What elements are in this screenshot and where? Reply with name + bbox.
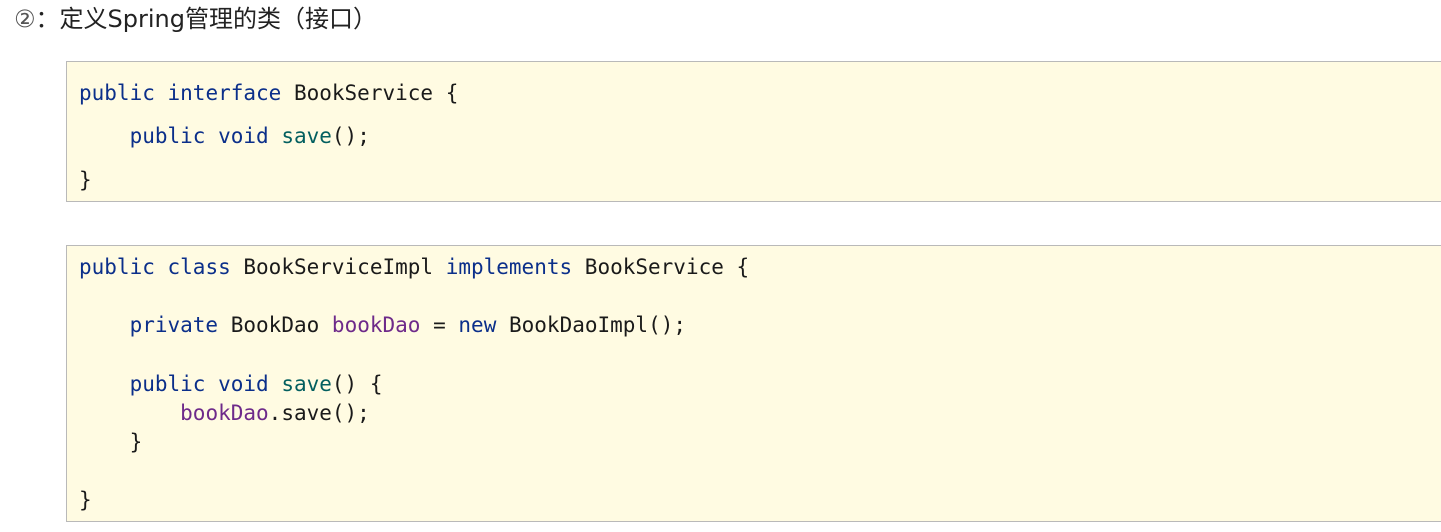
brace: { (736, 255, 750, 279)
constructor-call: BookDaoImpl(); (509, 313, 687, 337)
keyword: void (218, 124, 269, 148)
interface-code-block: public interface BookService { public vo… (66, 61, 1441, 202)
keyword: new (458, 313, 497, 337)
code-line: public interface BookService { (79, 78, 458, 108)
brace: { (445, 81, 459, 105)
keyword: implements (445, 255, 573, 279)
code-line: public void save(); (79, 121, 370, 151)
method-name: save (281, 372, 332, 396)
keyword: public (129, 124, 206, 148)
circled-number: ② (14, 5, 36, 33)
code-line: private BookDao bookDao = new BookDaoImp… (79, 310, 686, 340)
impl-code-block: public class BookServiceImpl implements … (66, 245, 1441, 522)
keyword: class (167, 255, 231, 279)
keyword: public (79, 81, 155, 105)
section-heading: ②：定义Spring管理的类（接口） (14, 2, 377, 36)
code-line: public class BookServiceImpl implements … (79, 252, 749, 282)
keyword: interface (167, 81, 282, 105)
field-name: bookDao (331, 313, 421, 337)
type-name: BookService (293, 81, 434, 105)
type-name: BookDao (230, 313, 320, 337)
brace: } (79, 168, 92, 192)
keyword: private (129, 313, 219, 337)
field-name: bookDao (180, 401, 269, 425)
punctuation: () { (331, 372, 383, 396)
keyword: public (79, 255, 155, 279)
brace: } (129, 430, 143, 454)
punctuation: (); (331, 124, 370, 148)
code-line: bookDao.save(); (79, 398, 370, 428)
brace: } (79, 488, 92, 512)
type-name: BookService (584, 255, 724, 279)
code-line: public void save() { (79, 369, 383, 399)
code-line: } (79, 165, 92, 195)
method-name: save (281, 124, 332, 148)
type-name: BookServiceImpl (243, 255, 434, 279)
operator: = (433, 313, 446, 337)
method-call: .save(); (268, 401, 370, 425)
keyword: public (129, 372, 206, 396)
keyword: void (218, 372, 269, 396)
heading-text: ：定义Spring管理的类（接口） (35, 5, 377, 33)
code-line: } (79, 485, 92, 515)
code-line: } (79, 427, 143, 457)
